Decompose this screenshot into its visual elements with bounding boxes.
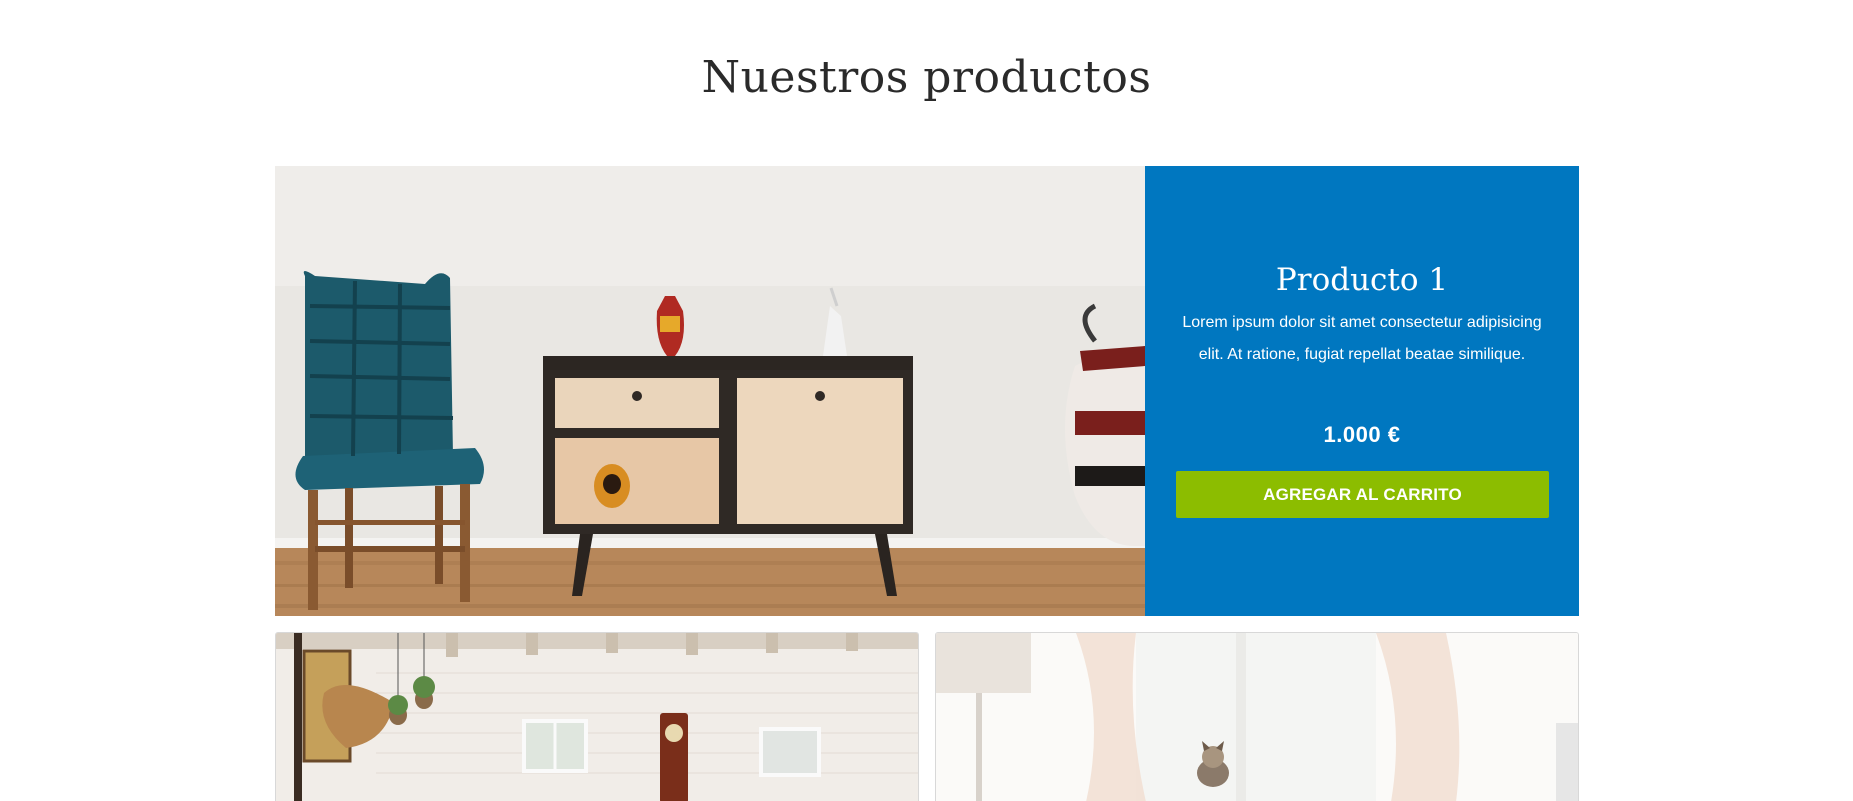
product-name: Producto 1 — [1275, 262, 1449, 298]
product-description: Lorem ipsum dolor sit amet consectetur a… — [1182, 314, 1542, 363]
product-photo-illustration — [275, 166, 1145, 616]
featured-product: Producto 1 Lorem ipsum dolor sit amet co… — [275, 166, 1579, 616]
featured-product-info-panel: Producto 1 Lorem ipsum dolor sit amet co… — [1145, 166, 1579, 616]
product-price: 1.000 € — [1323, 422, 1401, 447]
section-title: Nuestros productos — [701, 52, 1152, 103]
product-card-image — [276, 633, 918, 801]
products-page: Nuestros productos Producto 1 Lorem ipsu… — [0, 0, 1853, 801]
featured-product-image[interactable] — [275, 166, 1145, 616]
product-card[interactable] — [935, 632, 1579, 801]
product-card[interactable] — [275, 632, 919, 801]
product-card-image — [936, 633, 1578, 801]
add-to-cart-button[interactable]: AGREGAR AL CARRITO — [1176, 471, 1549, 518]
